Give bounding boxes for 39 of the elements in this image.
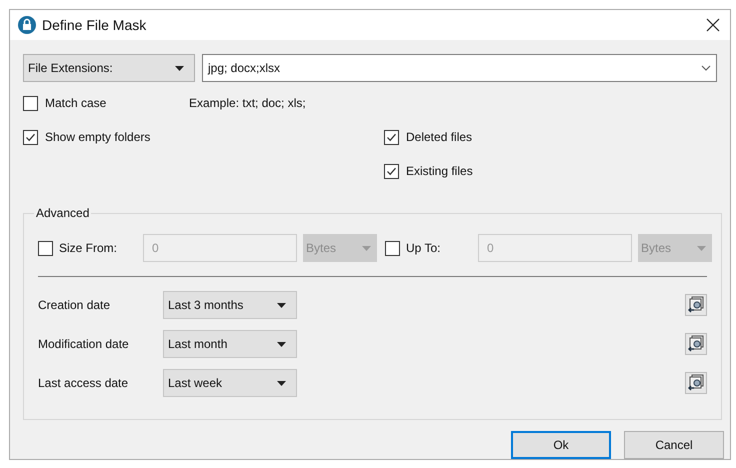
caret-icon <box>277 302 286 308</box>
checkbox-label: Existing files <box>406 163 473 180</box>
checkbox-label: Deleted files <box>406 129 472 146</box>
checkbox[interactable] <box>384 164 399 178</box>
caret-icon <box>175 66 184 70</box>
date-label: Creation date <box>38 297 112 314</box>
date-range-dropdown[interactable]: Last 3 months <box>163 291 297 319</box>
mask-combo-field[interactable]: jpg; docx;xlsx <box>202 54 717 82</box>
caret-icon <box>362 246 371 250</box>
checkbox[interactable] <box>23 130 38 144</box>
example-text: Example: txt; doc; xls; <box>189 95 306 112</box>
checkbox[interactable] <box>23 96 38 110</box>
check-icon <box>386 132 397 142</box>
checkbox[interactable] <box>38 240 53 256</box>
date-picker-icon[interactable] <box>685 372 707 394</box>
checkbox-label: Match case <box>45 95 108 112</box>
date-range-dropdown[interactable]: Last month <box>163 330 297 358</box>
checkbox-label: Up To: <box>406 240 442 257</box>
window-title: Define File Mask <box>42 16 148 34</box>
checkbox[interactable] <box>384 130 399 144</box>
check-icon <box>25 132 36 142</box>
caret-icon <box>277 342 286 346</box>
checkbox-label: Size From: <box>59 240 118 257</box>
dialog-button[interactable]: Cancel <box>624 431 724 459</box>
mask-type-dropdown[interactable]: File Extensions: <box>23 54 195 82</box>
date-label: Last access date <box>38 375 130 392</box>
dialog-button[interactable]: Ok <box>511 431 611 459</box>
checkbox[interactable] <box>385 240 400 256</box>
close-icon[interactable] <box>706 18 720 32</box>
lock-icon <box>18 16 36 34</box>
date-range-dropdown[interactable]: Last week <box>163 369 297 397</box>
checkbox-label: Show empty folders <box>45 129 150 146</box>
caret-icon <box>697 246 706 250</box>
chevron-icon <box>701 65 711 71</box>
date-picker-icon[interactable] <box>685 333 707 355</box>
date-picker-icon[interactable] <box>685 294 707 316</box>
date-label: Modification date <box>38 336 130 353</box>
caret-icon <box>277 380 286 386</box>
check-icon <box>386 166 397 176</box>
